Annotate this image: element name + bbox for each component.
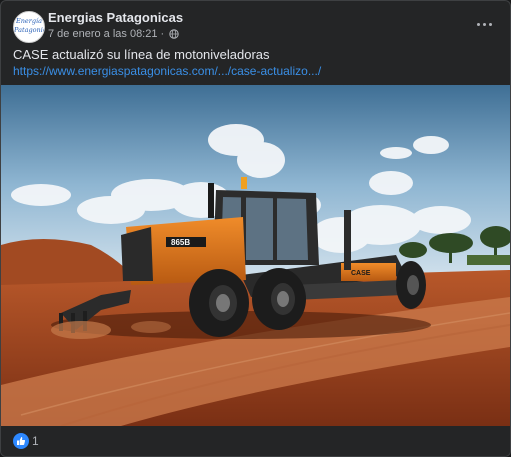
globe-icon[interactable] <box>169 29 179 39</box>
brand-label: CASE <box>351 270 371 277</box>
post-link[interactable]: https://www.energiaspatagonicas.com/.../… <box>13 64 321 78</box>
post-text: CASE actualizó su línea de motonivelador… <box>13 47 270 62</box>
post-photo[interactable]: 865B CASE <box>1 85 510 426</box>
ellipsis-icon <box>476 22 480 26</box>
post-meta: 7 de enero a las 08:21 · <box>48 28 179 40</box>
post-timestamp[interactable]: 7 de enero a las 08:21 <box>48 28 157 40</box>
motor-grader-photo: 865B CASE <box>1 85 510 426</box>
page-name-link[interactable]: Energias Patagonicas <box>48 10 183 25</box>
model-label: 865B <box>171 238 190 247</box>
post-footer: 1 <box>1 426 510 456</box>
like-icon[interactable] <box>13 433 29 449</box>
avatar-logo-text-2: Patagonica <box>14 26 44 34</box>
post-card: Energía Patagonica Energias Patagonicas … <box>0 0 511 457</box>
avatar-logo-text-1: Energía <box>16 17 42 25</box>
more-options-button[interactable] <box>471 11 497 37</box>
meta-separator: · <box>160 28 165 40</box>
page-avatar[interactable]: Energía Patagonica <box>13 11 45 43</box>
reaction-count[interactable]: 1 <box>32 434 39 448</box>
